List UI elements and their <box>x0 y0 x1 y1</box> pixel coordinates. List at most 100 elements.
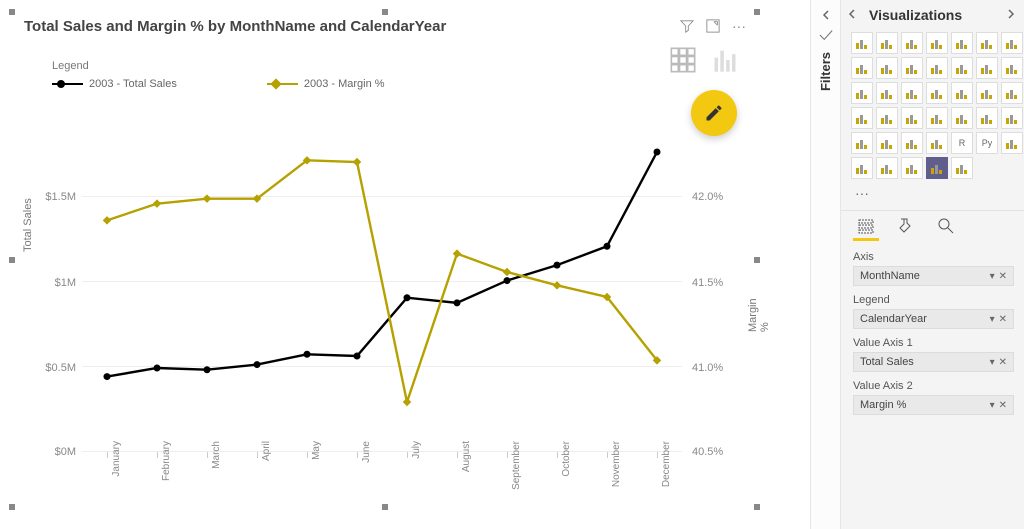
chart-view-icon[interactable] <box>711 46 739 79</box>
viz-type-table3[interactable] <box>926 132 948 154</box>
table-view-icon[interactable] <box>669 46 697 79</box>
viz-type-stacked-area[interactable] <box>951 32 973 54</box>
x-tick-label: June <box>361 441 372 501</box>
viz-type-table-alt[interactable] <box>1001 107 1023 129</box>
well-value: Margin % <box>860 399 906 411</box>
viz-type-ribbon[interactable] <box>876 57 898 79</box>
view-icon[interactable] <box>819 28 833 42</box>
edit-visual-button[interactable] <box>691 90 737 136</box>
expand-pane-button[interactable] <box>1006 6 1016 24</box>
viz-type-filled-map[interactable] <box>1001 82 1023 104</box>
ytick: $0.5M <box>45 362 76 374</box>
viz-type-slicer[interactable] <box>901 107 923 129</box>
viz-type-clustered-bar[interactable] <box>876 32 898 54</box>
viz-type-matrix[interactable] <box>876 107 898 129</box>
more-options-icon[interactable]: ··· <box>731 18 747 34</box>
legend-title: Legend <box>52 60 385 72</box>
chevron-down-icon[interactable]: ▾ <box>990 271 995 282</box>
viz-type-clustered-col[interactable] <box>926 32 948 54</box>
tab-analytics[interactable] <box>935 215 957 237</box>
chart-legend: Legend 2003 - Total Sales 2003 - Margin … <box>52 60 385 90</box>
chevron-down-icon[interactable]: ▾ <box>990 357 995 368</box>
viz-type-stacked-col[interactable] <box>901 32 923 54</box>
viz-type-arc[interactable] <box>951 157 973 179</box>
viz-type-treemap[interactable] <box>901 82 923 104</box>
well-value-axis-2[interactable]: Margin % ▾ ✕ <box>853 395 1014 415</box>
y-right-axis-title: Margin % <box>747 298 771 332</box>
viz-type-hist[interactable] <box>851 132 873 154</box>
well-value-axis-1[interactable]: Total Sales ▾✕ <box>853 352 1014 372</box>
remove-field-icon[interactable]: ✕ <box>999 271 1007 282</box>
resize-handle[interactable] <box>9 9 15 15</box>
filters-label: Filters <box>818 52 833 91</box>
viz-type-waterfall[interactable] <box>901 57 923 79</box>
x-tick-label: December <box>661 441 672 501</box>
viz-type-stacked-bar[interactable] <box>851 32 873 54</box>
chevron-down-icon[interactable]: ▾ <box>990 400 995 411</box>
viz-type-funnel[interactable] <box>876 82 898 104</box>
ytick: $1.5M <box>45 191 76 203</box>
resize-handle[interactable] <box>754 257 760 263</box>
viz-type-combo-chart[interactable] <box>1001 32 1023 54</box>
chart-plot-area: JanuaryFebruaryMarchAprilMayJuneJulyAugu… <box>82 152 682 452</box>
viz-type-table[interactable] <box>851 82 873 104</box>
viz-type-gauge[interactable] <box>976 82 998 104</box>
viz-type-kpi[interactable] <box>926 107 948 129</box>
viz-type-forecast[interactable] <box>901 157 923 179</box>
viz-type-key[interactable] <box>1001 132 1023 154</box>
viz-type-line-chart[interactable] <box>976 32 998 54</box>
viz-type-table2[interactable] <box>901 132 923 154</box>
viz-type-map[interactable] <box>951 107 973 129</box>
viz-type-donut[interactable] <box>951 82 973 104</box>
x-tick-label: March <box>211 441 222 501</box>
viz-type-pie[interactable] <box>926 82 948 104</box>
viz-type-decomp[interactable] <box>851 157 873 179</box>
resize-handle[interactable] <box>9 504 15 510</box>
viz-type-area[interactable] <box>851 57 873 79</box>
remove-field-icon[interactable]: ✕ <box>999 400 1007 411</box>
legend-item-sales[interactable]: 2003 - Total Sales <box>52 78 177 90</box>
resize-handle[interactable] <box>382 504 388 510</box>
well-axis[interactable]: MonthName ▾✕ <box>853 266 1014 286</box>
viz-type-scatter[interactable] <box>926 57 948 79</box>
viz-type-globe[interactable] <box>851 107 873 129</box>
resize-handle[interactable] <box>754 504 760 510</box>
visual-switch-icons <box>669 46 739 79</box>
resize-handle[interactable] <box>382 9 388 15</box>
tab-format[interactable] <box>895 215 917 237</box>
tab-fields[interactable] <box>855 215 877 237</box>
ytick: 41.0% <box>692 362 723 374</box>
chevron-down-icon[interactable]: ▾ <box>990 314 995 325</box>
viz-type-card[interactable] <box>1001 57 1023 79</box>
viz-type-qna[interactable] <box>876 157 898 179</box>
resize-handle[interactable] <box>754 9 760 15</box>
viz-type-line-stacked[interactable] <box>951 57 973 79</box>
viz-type-more[interactable]: ··· <box>851 182 873 204</box>
visualizations-pane: Visualizations RPy··· Axis MonthName ▾✕ … <box>840 0 1024 529</box>
remove-field-icon[interactable]: ✕ <box>999 357 1007 368</box>
resize-handle[interactable] <box>9 257 15 263</box>
focus-mode-icon[interactable] <box>705 18 721 34</box>
well-legend[interactable]: CalendarYear ▾✕ <box>853 309 1014 329</box>
x-tick-label: November <box>611 441 622 501</box>
viz-type-r-visual[interactable]: R <box>951 132 973 154</box>
legend-item-margin[interactable]: 2003 - Margin % <box>267 78 385 90</box>
filter-icon[interactable] <box>679 18 695 34</box>
chart-visual[interactable]: Total Sales and Margin % by MonthName an… <box>12 12 757 507</box>
viz-type-py-visual[interactable]: Py <box>976 132 998 154</box>
viz-type-multi-row[interactable] <box>976 107 998 129</box>
visual-type-gallery: RPy ··· <box>841 28 1024 206</box>
x-tick-label: February <box>161 441 172 501</box>
ytick: 41.5% <box>692 277 723 289</box>
well-label-value1: Value Axis 1 <box>853 337 1014 349</box>
viz-type-bullet[interactable] <box>876 132 898 154</box>
viz-type-line-clustered[interactable] <box>976 57 998 79</box>
viz-type-paginated[interactable] <box>926 157 948 179</box>
report-canvas: Total Sales and Margin % by MonthName an… <box>0 0 810 529</box>
ytick: $1M <box>55 277 76 289</box>
remove-field-icon[interactable]: ✕ <box>999 314 1007 325</box>
collapse-pane-button[interactable] <box>847 6 857 24</box>
x-tick-label: October <box>561 441 572 501</box>
expand-filters-button[interactable] <box>819 8 833 22</box>
x-tick-label: April <box>261 441 272 501</box>
